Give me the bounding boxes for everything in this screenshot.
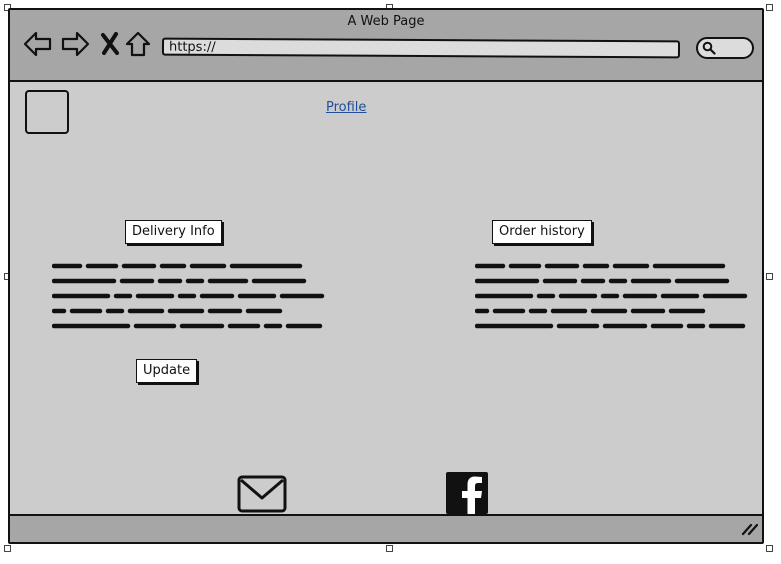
placeholder-text-right (475, 263, 748, 329)
address-bar-text: https:// (168, 39, 216, 55)
browser-toolbar: A Web Page https:// (10, 10, 762, 82)
facebook-icon[interactable] (446, 472, 488, 514)
resize-handle-sw[interactable] (4, 545, 11, 552)
resize-handle-e[interactable] (766, 273, 773, 280)
home-icon[interactable] (125, 30, 151, 58)
logo-placeholder (25, 90, 69, 134)
back-arrow-icon[interactable] (23, 30, 53, 58)
update-button[interactable]: Update (136, 359, 198, 383)
window-title: A Web Page (347, 14, 425, 29)
resize-handle-se[interactable] (766, 545, 773, 552)
browser-window: A Web Page https:// Profile Delivery Inf… (8, 8, 764, 544)
search-icon (702, 41, 716, 55)
resize-grip-icon[interactable] (740, 522, 758, 536)
address-bar[interactable]: https:// (161, 37, 681, 59)
forward-arrow-icon[interactable] (60, 30, 90, 58)
profile-link[interactable]: Profile (326, 100, 366, 115)
search-field[interactable] (696, 37, 754, 59)
placeholder-text-left (52, 263, 325, 329)
delivery-info-button[interactable]: Delivery Info (125, 220, 222, 244)
resize-handle-ne[interactable] (766, 4, 773, 11)
status-bar (10, 514, 762, 542)
resize-handle-s[interactable] (386, 545, 393, 552)
order-history-button[interactable]: Order history (492, 220, 592, 244)
mail-icon[interactable] (237, 475, 287, 513)
stop-icon[interactable] (100, 30, 120, 58)
